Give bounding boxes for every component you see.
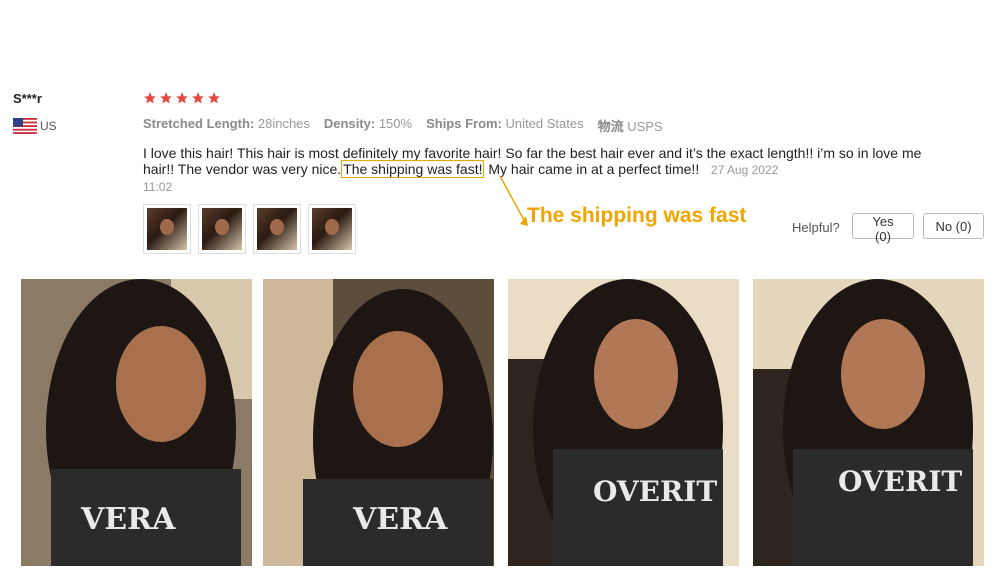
helpful-label: Helpful? [792, 220, 840, 235]
review-thumbnail[interactable] [198, 204, 246, 254]
review-photo[interactable]: OVERIT [753, 279, 984, 566]
annotation-label: The shipping was fast [527, 204, 747, 227]
svg-text:OVERIT: OVERIT [838, 465, 962, 498]
review-time: 11:02 [143, 180, 173, 194]
sku-property: Stretched Length: 28inches [143, 116, 310, 131]
star-icon [192, 92, 204, 104]
us-flag-icon [13, 118, 37, 134]
reviewer-country: US [13, 118, 57, 134]
review-thumbnail[interactable] [253, 204, 301, 254]
svg-text:VERA: VERA [80, 502, 176, 537]
review-thumbnail[interactable] [143, 204, 191, 254]
svg-text:OVERIT: OVERIT [593, 475, 717, 508]
svg-text:VERA: VERA [352, 502, 448, 537]
review-photo[interactable]: VERA [263, 279, 494, 566]
sku-property: Density: 150% [323, 116, 413, 131]
star-icon [208, 92, 220, 104]
helpful-no-button[interactable]: No (0) [923, 213, 984, 239]
review-thumbnail[interactable] [308, 204, 356, 254]
country-code: US [40, 119, 57, 133]
highlighted-text: The shipping was fast! [341, 160, 485, 178]
sku-properties: Stretched Length: 28inches Density: 150%… [143, 116, 663, 135]
star-icon [176, 92, 188, 104]
review-date: 27 Aug 2022 [710, 163, 779, 177]
review-thumbnails [143, 204, 356, 254]
star-icon [144, 92, 156, 104]
review-photo[interactable]: VERA [21, 279, 252, 566]
star-rating [143, 91, 221, 105]
sku-property: 物流 USPS [597, 119, 663, 134]
sku-property: Ships From: United States [426, 116, 584, 131]
star-icon [160, 92, 172, 104]
review-photo[interactable]: OVERIT [508, 279, 739, 566]
reviewer-name: S***r [13, 91, 42, 106]
helpful-yes-button[interactable]: Yes (0) [852, 213, 914, 244]
